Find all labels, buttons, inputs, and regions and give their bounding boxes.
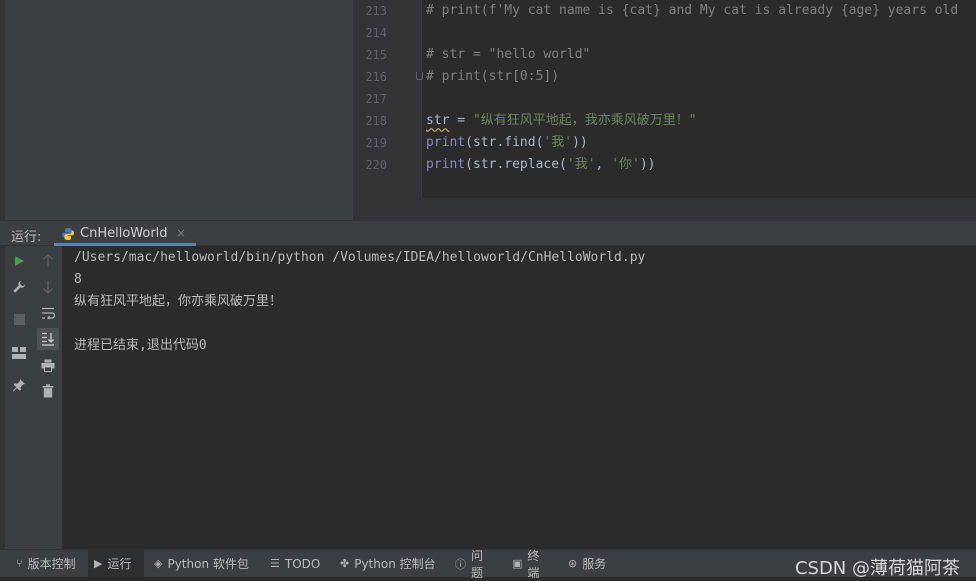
code-token: '我' [543, 135, 573, 150]
code-token: print [426, 135, 466, 150]
info-icon: ⓘ [455, 557, 466, 571]
code-line[interactable]: # print(str[0:5]) [426, 66, 559, 88]
code-token: '我' [566, 157, 596, 172]
modify-config-button[interactable] [8, 276, 30, 298]
tool-window-label: Python 软件包 [167, 557, 249, 571]
pin-tab-button[interactable] [8, 374, 30, 396]
project-pane [0, 0, 353, 220]
console-line: 纵有狂风平地起，你亦乘风破万里！ [74, 294, 283, 309]
terminal-icon: ▣ [512, 557, 523, 570]
stop-icon [13, 313, 25, 325]
console-line: /Users/mac/helloworld/bin/python /Volume… [74, 250, 646, 265]
code-token: # print(str[0:5]) [426, 69, 560, 84]
code-line[interactable]: # str = "hello world" [426, 44, 590, 66]
tool-window-label: Python 控制台 [354, 557, 436, 571]
line-number: 218 [365, 114, 387, 128]
stop-button[interactable] [8, 308, 30, 330]
tab-cnhelloworld[interactable]: CnHelloWorld × [54, 221, 196, 246]
run-panel-title: 运行: [11, 230, 42, 245]
pin-icon [12, 379, 25, 392]
rerun-button[interactable] [8, 250, 30, 272]
run-tool-window-header: 运行: CnHelloWorld × [0, 220, 976, 246]
arrow-down-icon [43, 281, 53, 294]
code-token: )) [572, 135, 588, 150]
code-token: print [426, 157, 466, 172]
tool-window-label: 问题 [471, 548, 484, 580]
watermark: CSDN @薄荷猫阿茶 [794, 558, 960, 579]
list-icon: ☰ [270, 557, 280, 570]
tool-window-button[interactable]: ✤ Python 控制台 [334, 550, 442, 577]
clear-all-button[interactable] [37, 380, 59, 402]
print-button[interactable] [37, 354, 59, 376]
console-line: 进程已结束,退出代码0 [74, 338, 207, 353]
run-tab-label: CnHelloWorld [80, 226, 168, 241]
code-token: # str = "hello world" [426, 47, 591, 62]
active-tab-indicator [54, 243, 196, 246]
line-number: 214 [365, 26, 387, 40]
line-number: 216 [365, 70, 387, 84]
python-console-icon: ✤ [340, 557, 350, 570]
editor-area: 213 # print(f'My cat name is {cat} and My… [0, 0, 976, 220]
line-number: 217 [365, 92, 387, 106]
code-token: (str.replace( [465, 157, 567, 172]
code-line[interactable]: # print(f'My cat name is {cat} and My ca… [426, 0, 958, 22]
code-token: str [426, 113, 450, 128]
services-icon: ⊛ [568, 557, 578, 570]
line-number: 215 [365, 48, 387, 62]
trash-icon [42, 384, 54, 398]
left-stripe [0, 0, 5, 220]
run-toolbar-secondary [34, 246, 63, 549]
code-token: )) [639, 157, 656, 172]
line-number: 220 [365, 158, 387, 172]
printer-icon [41, 359, 55, 372]
tool-window-label: TODO [284, 556, 321, 571]
tool-window-button[interactable]: ▶ 运行 [88, 550, 144, 577]
tool-window-label: 终端 [527, 548, 540, 580]
tool-window-bar: CSDN @薄荷猫阿茶 ⑂ 版本控制 ▶ 运行 ◈ Python 软件包 ☰ TODO ✤ Pyt… [0, 549, 976, 580]
layers-icon: ◈ [154, 557, 163, 570]
close-icon[interactable]: × [176, 226, 186, 240]
editor-bottom-strip [353, 198, 976, 220]
tool-window-button[interactable]: ⊛ 服务 [562, 550, 618, 577]
tool-window-button[interactable]: ⑂ 版本控制 [10, 550, 84, 577]
code-token: # print(f'My cat name is {cat} and My ca… [426, 3, 959, 18]
branch-icon: ⑂ [16, 557, 23, 570]
code-line[interactable]: print(str.find('我')) [426, 132, 588, 154]
line-number: 219 [365, 136, 387, 150]
tool-window-button[interactable]: ▣ 终端 [506, 549, 556, 580]
python-icon [62, 228, 74, 240]
code-token: = [449, 113, 473, 128]
tool-window-button[interactable]: ☰ TODO [264, 550, 328, 577]
scroll-to-end-icon [42, 332, 54, 346]
code-token: (str.find( [465, 135, 544, 150]
line-number: 213 [365, 4, 387, 18]
up-button[interactable] [37, 250, 59, 272]
code-line[interactable]: str = "纵有狂风平地起，我亦乘风破万里！" [426, 110, 697, 132]
tool-window-label: 服务 [582, 557, 607, 571]
tool-window-button[interactable]: ⓘ 问题 [449, 549, 499, 580]
scroll-to-end-button[interactable] [37, 328, 59, 350]
run-icon: ▶ [94, 557, 103, 570]
console-output[interactable]: /Users/mac/helloworld/bin/python /Volume… [74, 247, 645, 357]
tool-window-label: 版本控制 [27, 557, 76, 571]
run-toolbar-primary [5, 246, 35, 549]
code-token: '你' [611, 157, 640, 172]
layout-button[interactable] [8, 342, 30, 364]
down-button[interactable] [37, 276, 59, 298]
soft-wrap-icon [42, 307, 55, 319]
soft-wrap-button[interactable] [37, 302, 59, 324]
play-icon [15, 256, 24, 266]
fold-marker-icon[interactable] [416, 72, 423, 80]
tool-window-label: 运行 [107, 557, 132, 571]
arrow-up-icon [43, 254, 53, 267]
layout-icon [12, 347, 26, 359]
code-token: , [595, 157, 612, 172]
tool-window-button[interactable]: ◈ Python 软件包 [148, 550, 258, 577]
code-line[interactable]: print(str.replace('我', '你')) [426, 154, 656, 176]
wrench-icon [13, 280, 26, 293]
console-line: 8 [74, 272, 82, 287]
code-token: "纵有狂风平地起，我亦乘风破万里！" [472, 113, 697, 128]
